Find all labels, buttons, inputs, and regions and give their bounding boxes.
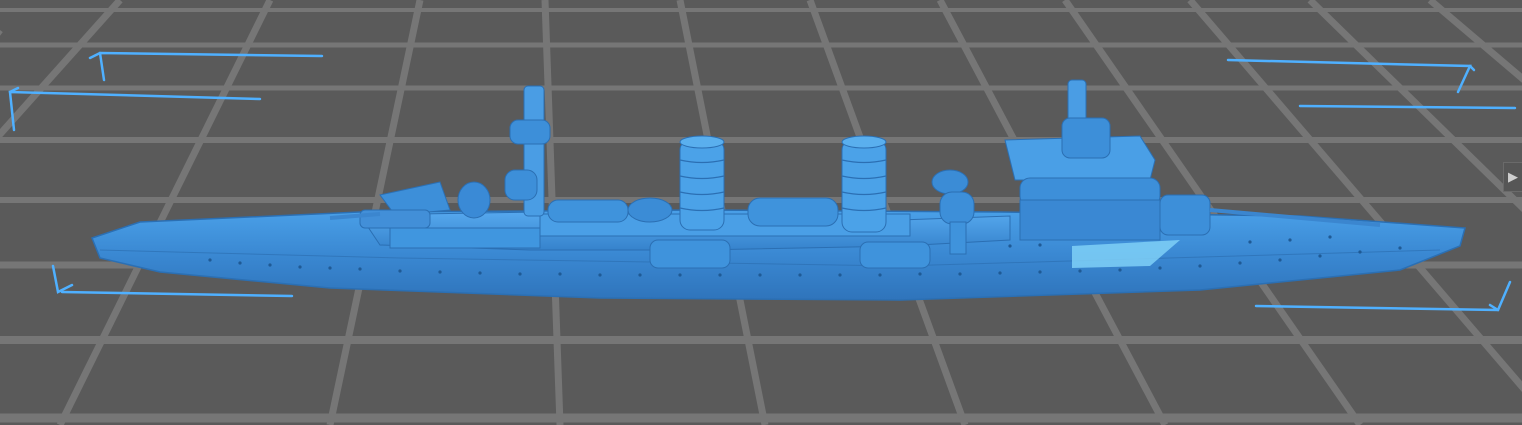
side-panel-toggle-button[interactable]: ▶ [1503, 162, 1522, 192]
3d-viewport[interactable] [0, 0, 1522, 425]
ship-model[interactable] [91, 79, 1466, 301]
chevron-right-icon: ▶ [1508, 169, 1518, 185]
